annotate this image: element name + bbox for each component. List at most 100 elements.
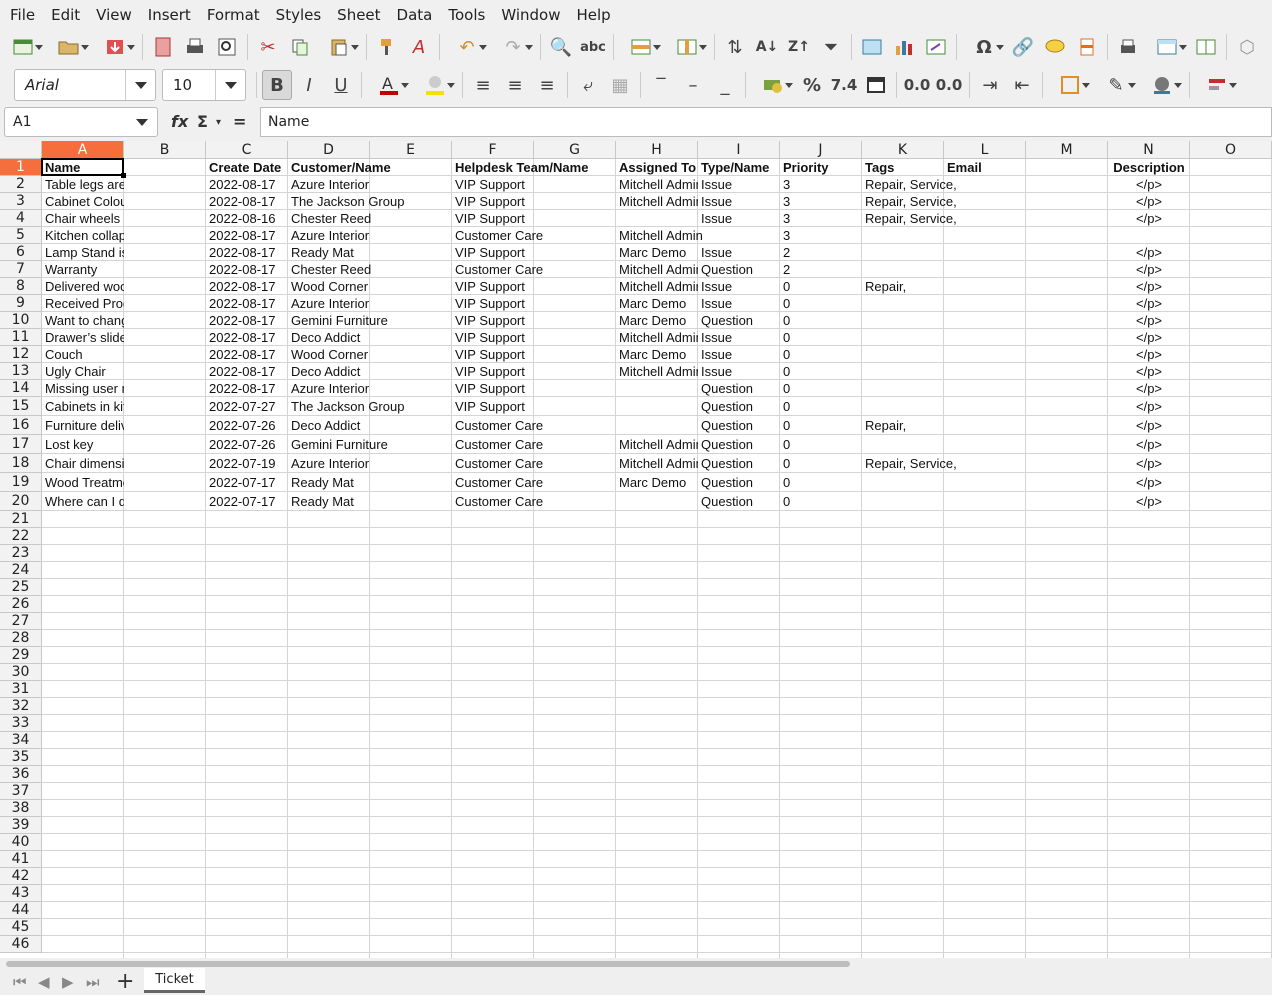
row-header[interactable]: 33 [0,715,42,732]
decrease-indent-icon[interactable]: ⇤ [1007,70,1037,100]
insert-image-icon[interactable] [857,32,887,62]
align-center-icon[interactable]: ≡ [500,70,530,100]
row-header[interactable]: 42 [0,868,42,885]
wrap-text-icon[interactable]: ⤶ [573,70,603,100]
table-cell[interactable]: The Jackson Group [288,193,452,210]
row-header[interactable]: 8 [0,278,42,295]
row-header[interactable]: 35 [0,749,42,766]
menu-format[interactable]: Format [199,6,268,24]
table-cell[interactable]: 3 [780,176,862,193]
table-cell[interactable]: Where can I download a catalog [42,492,124,511]
define-print-area-icon[interactable] [1113,32,1143,62]
special-character-icon[interactable]: Ω [962,32,1006,62]
column-header-o[interactable]: O [1190,141,1272,159]
scrollbar-thumb[interactable] [6,961,850,967]
currency-format-icon[interactable] [751,70,795,100]
table-cell[interactable]: </p> [1108,416,1190,435]
table-cell[interactable]: Customer Care [452,454,616,473]
split-window-icon[interactable] [1191,32,1221,62]
column-icon[interactable] [665,32,709,62]
align-bottom-icon[interactable]: _ [710,70,740,100]
spelling-icon[interactable]: abc [578,32,608,62]
menu-tools[interactable]: Tools [440,6,493,24]
row-header[interactable]: 24 [0,562,42,579]
row-header[interactable]: 37 [0,783,42,800]
table-cell[interactable]: Ready Mat [288,244,452,261]
row-header[interactable]: 40 [0,834,42,851]
table-cell[interactable]: VIP Support [452,278,616,295]
column-header-d[interactable]: D [288,141,370,159]
table-cell[interactable]: Repair, Service, [862,193,1026,210]
delete-decimal-place-icon[interactable]: 0.0 [934,70,964,100]
table-cell[interactable]: VIP Support [452,244,616,261]
header-cell[interactable]: Customer/Name [288,159,452,176]
highlight-color-icon[interactable] [413,70,457,100]
table-cell[interactable]: Issue [698,278,780,295]
table-cell[interactable]: Repair, Service, [862,210,1026,227]
table-cell[interactable]: </p> [1108,473,1190,492]
comment-icon[interactable] [1040,32,1070,62]
last-sheet-icon[interactable]: ⏭ [86,973,100,991]
row-header[interactable]: 39 [0,817,42,834]
table-cell[interactable]: Repair, [862,416,1026,435]
table-cell[interactable]: 3 [780,210,862,227]
sum-icon[interactable]: Σ [197,112,208,131]
font-color-icon[interactable]: A [367,70,411,100]
table-cell[interactable]: Mitchell Admin [616,363,698,380]
table-cell[interactable]: 2022-08-17 [206,278,288,295]
menu-window[interactable]: Window [493,6,568,24]
table-cell[interactable]: </p> [1108,380,1190,397]
table-cell[interactable]: 2 [780,244,862,261]
table-cell[interactable]: 0 [780,492,862,511]
pivot-table-icon[interactable] [921,32,951,62]
hyperlink-icon[interactable]: 🔗 [1008,32,1038,62]
table-cell[interactable]: Mitchell Admin [616,193,698,210]
table-cell[interactable]: </p> [1108,363,1190,380]
italic-icon[interactable]: I [294,70,324,100]
select-all-corner[interactable] [0,141,42,159]
table-cell[interactable]: Repair, Service, [862,454,1026,473]
table-cell[interactable]: Kitchen collapsing [42,227,124,244]
table-cell[interactable]: 0 [780,435,862,454]
add-sheet-icon[interactable]: + [116,969,134,994]
column-header-g[interactable]: G [534,141,616,159]
row-header[interactable]: 11 [0,329,42,346]
header-cell[interactable]: Type/Name [698,159,780,176]
row-icon[interactable] [619,32,663,62]
table-cell[interactable]: Question [698,473,780,492]
paste-icon[interactable] [317,32,361,62]
table-cell[interactable]: Delivered wood panel is not [42,278,124,295]
table-cell[interactable]: Marc Demo [616,312,698,329]
table-cell[interactable]: Mitchell Admin [616,329,698,346]
table-cell[interactable]: </p> [1108,435,1190,454]
table-cell[interactable]: 2022-07-26 [206,416,288,435]
table-cell[interactable]: Wood Corner [288,346,452,363]
table-cell[interactable]: Chester Reed [288,210,452,227]
table-cell[interactable]: Question [698,492,780,511]
sort-icon[interactable]: ⇅ [720,32,750,62]
sort-ascending-icon[interactable]: A↓ [752,32,782,62]
column-header-e[interactable]: E [370,141,452,159]
row-header[interactable]: 21 [0,511,42,528]
row-header[interactable]: 41 [0,851,42,868]
column-header-c[interactable]: C [206,141,288,159]
print-preview-icon[interactable] [212,32,242,62]
border-color-icon[interactable] [1140,70,1184,100]
freeze-rows-columns-icon[interactable] [1145,32,1189,62]
table-cell[interactable]: </p> [1108,261,1190,278]
table-cell[interactable]: Customer Care [452,473,616,492]
table-cell[interactable]: Customer Care [452,416,616,435]
table-cell[interactable]: 0 [780,380,862,397]
redo-icon[interactable]: ↷ [491,32,535,62]
table-cell[interactable]: 3 [780,227,862,244]
insert-chart-icon[interactable] [889,32,919,62]
table-cell[interactable]: Deco Addict [288,363,452,380]
chevron-down-icon[interactable] [125,70,155,100]
table-cell[interactable]: Mitchell Admin [616,176,698,193]
name-box[interactable]: A1 [4,107,158,137]
column-header-j[interactable]: J [780,141,862,159]
table-cell[interactable]: Azure Interior [288,295,452,312]
table-cell[interactable]: 0 [780,454,862,473]
table-cell[interactable]: Question [698,435,780,454]
row-header[interactable]: 38 [0,800,42,817]
